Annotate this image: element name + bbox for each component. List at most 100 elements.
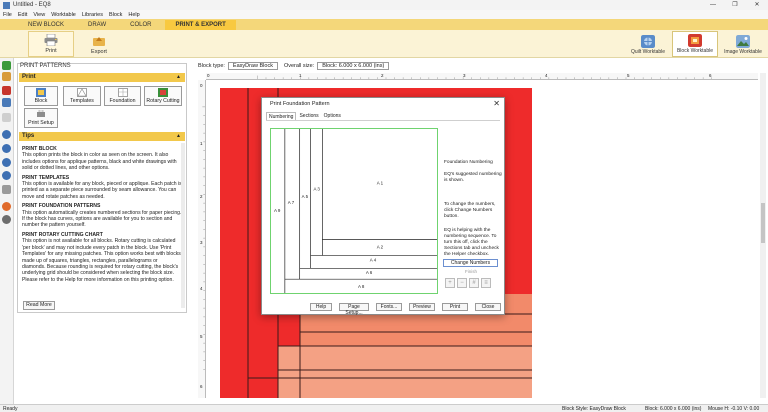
ruler-v-label-5: 5 [200, 334, 203, 339]
status-mouse: Mouse H: -0.10 V: 0.00 [708, 406, 760, 412]
canvas-vertical-scrollbar[interactable] [760, 73, 766, 398]
tab-draw[interactable]: DRAW [78, 20, 116, 30]
print-rotary-cutting-button[interactable]: Rotary Cutting [144, 86, 182, 106]
print-templates-label: Templates [70, 98, 94, 104]
overall-size-field[interactable]: Block: 6.000 x 6.000 (ins) [317, 62, 390, 70]
title-bar: Untitled - EQ8 — ❐ ✕ [0, 0, 768, 10]
zoom-refresh-icon[interactable] [2, 171, 11, 180]
ruler-h-label-1: 1 [299, 73, 302, 78]
menu-libraries[interactable]: Libraries [82, 12, 103, 18]
vertical-ruler [198, 80, 206, 398]
app-icon [3, 1, 10, 9]
maximize-button[interactable]: ❐ [724, 0, 746, 10]
ruler-h-label-3: 3 [463, 73, 466, 78]
export-ribbon-label: Export [91, 49, 107, 55]
open-icon[interactable] [2, 72, 11, 81]
collapse-chevron-icon[interactable]: ▲ [176, 73, 181, 82]
tab-color[interactable]: COLOR [120, 20, 161, 30]
overall-size-label: Overall size: [283, 63, 315, 69]
ruler-h-label-2: 2 [381, 73, 384, 78]
settings-gear-icon[interactable] [2, 215, 11, 224]
scrollbar-thumb[interactable] [761, 203, 765, 243]
status-bar: Ready Block Style: EasyDraw Block Block:… [0, 404, 768, 412]
zoom-out-icon[interactable] [2, 144, 11, 153]
undo-icon[interactable] [2, 113, 11, 122]
pattern-label-a3: A 3 [313, 186, 320, 191]
block-type-label: Block type: [198, 63, 225, 69]
print-block-button[interactable]: Block [24, 86, 58, 106]
quilt-worktable-label: Quilt Worktable [630, 49, 666, 55]
change-numbers-instruction: To change the numbers, click Change Numb… [444, 202, 496, 219]
pattern-label-a8: A 8 [358, 284, 365, 289]
foundation-icon [117, 88, 128, 97]
help-button[interactable]: Help [310, 303, 332, 311]
page-setup-button[interactable]: Page Setup... [339, 303, 369, 316]
tips-scrollbar[interactable] [181, 143, 185, 308]
export-ribbon-button[interactable]: Export [82, 31, 116, 57]
zoom-fit-icon[interactable] [2, 158, 11, 167]
tips-section-header[interactable]: Tips ▲ [19, 132, 185, 141]
zoom-in-icon[interactable] [2, 130, 11, 139]
numbering-heading: Foundation Numbering [444, 160, 493, 165]
print-foundation-button[interactable]: Foundation [104, 86, 141, 106]
list-icon[interactable]: ≡ [481, 278, 491, 288]
pattern-label-a5: A 5 [302, 194, 309, 199]
printer-icon [44, 34, 58, 46]
tip-body: This option automatically creates number… [22, 209, 182, 229]
pattern-label-a7: A 7 [288, 200, 295, 205]
collapse-chevron-icon[interactable]: ▲ [176, 132, 181, 141]
dialog-title: Print Foundation Pattern [270, 101, 330, 107]
menu-block[interactable]: Block [109, 12, 122, 18]
main-tabs: NEW BLOCK DRAW COLOR PRINT & EXPORT [0, 19, 768, 30]
menu-worktable[interactable]: Worktable [51, 12, 76, 18]
block-worktable-button[interactable]: Block Worktable [672, 31, 718, 57]
grid-icon[interactable]: # [469, 278, 479, 288]
quilt-worktable-icon [641, 35, 655, 48]
pattern-label-a1: A 1 [377, 180, 384, 185]
read-more-button[interactable]: Read More [23, 301, 55, 310]
menu-view[interactable]: View [33, 12, 45, 18]
print-block-label: Block [34, 98, 48, 104]
pattern-label-a9: A 9 [274, 208, 281, 213]
new-icon[interactable] [2, 61, 11, 70]
status-ready: Ready [3, 406, 18, 412]
print-ribbon-button[interactable]: Print [28, 31, 74, 57]
zoom-in-icon[interactable]: + [445, 278, 455, 288]
ruler-v-label-1: 1 [200, 141, 203, 146]
quilt-worktable-button[interactable]: Quilt Worktable [625, 31, 671, 57]
preview-button[interactable]: Preview [409, 303, 435, 311]
suggested-numbering-text: EQ's suggested numbering is shown. [444, 172, 502, 183]
image-worktable-button[interactable]: Image Worktable [720, 31, 766, 57]
minimize-button[interactable]: — [702, 0, 724, 10]
print-button[interactable]: Print [442, 303, 468, 311]
horizontal-ruler [206, 73, 758, 80]
close-window-button[interactable]: ✕ [746, 0, 768, 10]
block-type-field[interactable]: EasyDraw Block [227, 62, 278, 70]
export-icon [93, 37, 105, 46]
change-numbers-button[interactable]: Change Numbers [443, 259, 498, 267]
add-to-sketchbook-icon[interactable] [2, 86, 11, 95]
ruler-icon[interactable] [2, 185, 11, 194]
window-title: Untitled - EQ8 [13, 2, 51, 8]
fonts-button[interactable]: Fonts... [376, 303, 402, 311]
foundation-pattern-preview[interactable]: A 1 A 2 A 3 A 4 A 5 A 6 A 7 A 8 A 9 [270, 128, 438, 294]
close-button[interactable]: Close [475, 303, 501, 311]
zoom-out-icon[interactable]: − [457, 278, 467, 288]
view-sketchbook-icon[interactable] [2, 98, 11, 107]
menu-file[interactable]: File [3, 12, 12, 18]
dialog-close-icon[interactable]: ✕ [493, 99, 500, 108]
tab-new-block[interactable]: NEW BLOCK [18, 20, 74, 30]
status-block-size: Block: 6.000 x 6.000 (ins) [645, 406, 702, 412]
block-icon [36, 88, 46, 97]
print-templates-button[interactable]: Templates [63, 86, 101, 106]
print-setup-label: Print Setup [28, 120, 54, 126]
menu-edit[interactable]: Edit [18, 12, 27, 18]
print-setup-button[interactable]: Print Setup [24, 108, 58, 128]
finish-tools: + − # ≡ [445, 278, 493, 288]
menu-help[interactable]: Help [128, 12, 139, 18]
help-icon[interactable] [2, 202, 11, 211]
print-section-header[interactable]: Print ▲ [19, 73, 185, 82]
tab-print-export[interactable]: PRINT & EXPORT [165, 20, 236, 30]
block-worktable-icon [688, 34, 702, 47]
tip-body: This option prints the block in color as… [22, 152, 177, 172]
